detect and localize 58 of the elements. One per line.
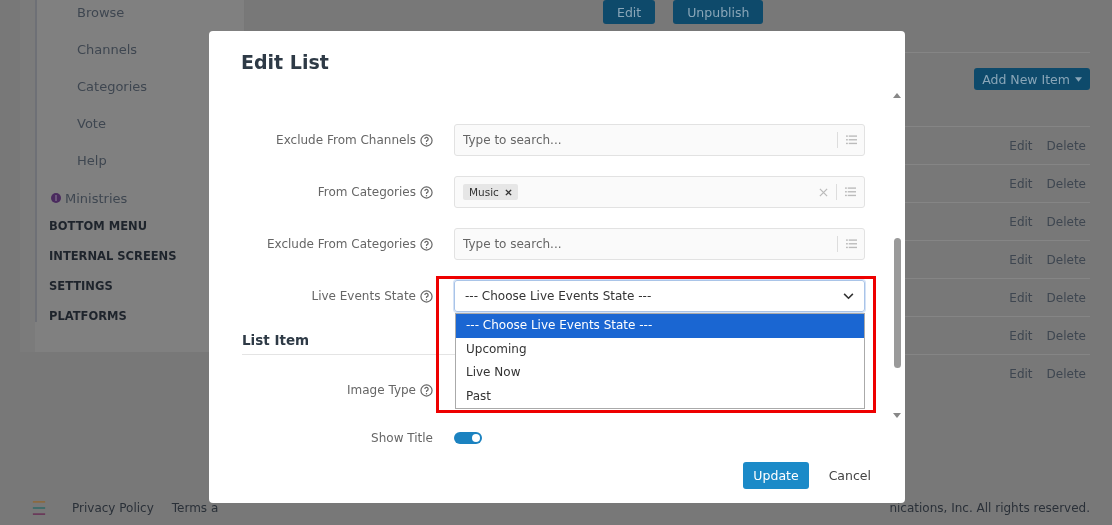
page-button[interactable]: Unpublish — [673, 0, 764, 24]
sidebar-item[interactable]: Ministries — [65, 190, 128, 206]
help-icon[interactable] — [420, 133, 433, 147]
dropdown-option[interactable]: Live Now — [456, 361, 864, 385]
row-action-link[interactable]: Edit — [1009, 252, 1033, 267]
row-action-link[interactable]: Delete — [1046, 328, 1086, 343]
sidebar-item[interactable]: Browse — [49, 0, 244, 37]
search-field[interactable]: Type to search... — [454, 228, 865, 260]
field-label: Show Title — [371, 431, 433, 445]
live-events-select[interactable]: --- Choose Live Events State --- — [454, 280, 865, 312]
menu-icon[interactable] — [32, 500, 46, 515]
dropdown-option[interactable]: Upcoming — [456, 337, 864, 361]
toggle-switch[interactable] — [454, 432, 482, 444]
footer-link[interactable]: Privacy Policy — [72, 500, 154, 515]
scrollbar[interactable] — [893, 93, 901, 418]
footer-link[interactable]: Terms a — [171, 500, 219, 515]
help-icon[interactable] — [420, 383, 433, 397]
clear-icon[interactable] — [819, 187, 828, 197]
scroll-down-icon[interactable] — [893, 413, 901, 418]
caret-icon — [1075, 76, 1082, 82]
list-icon[interactable] — [846, 239, 857, 249]
dropdown-option[interactable]: Past — [456, 384, 864, 408]
tag-label: Music — [469, 186, 499, 198]
field-label: From Categories — [317, 185, 416, 199]
row-action-link[interactable]: Delete — [1046, 214, 1086, 229]
field-label: Exclude From Channels — [276, 133, 416, 147]
dialog-title: Edit List — [240, 50, 330, 75]
list-icon[interactable] — [846, 135, 857, 145]
list-icon[interactable] — [845, 187, 856, 197]
field-label: Exclude From Categories — [266, 237, 416, 251]
search-field[interactable]: Type to search... — [454, 124, 865, 156]
row-action-link[interactable]: Edit — [1009, 138, 1033, 153]
tag-input-field[interactable]: Music — [454, 176, 865, 208]
help-icon[interactable] — [420, 185, 433, 199]
cancel-button[interactable]: Cancel — [826, 462, 873, 489]
help-icon[interactable] — [420, 289, 433, 303]
row-action-link[interactable]: Edit — [1009, 214, 1033, 229]
add-new-item-button[interactable]: Add New Item — [974, 68, 1090, 90]
row-action-link[interactable]: Delete — [1046, 290, 1086, 305]
help-icon[interactable] — [420, 237, 433, 251]
row-action-link[interactable]: Delete — [1046, 252, 1086, 267]
scroll-up-icon[interactable] — [893, 93, 901, 98]
row-action-link[interactable]: Edit — [1009, 328, 1033, 343]
copyright-text: nications, Inc. All rights reserved. — [889, 500, 1090, 515]
field-label: Image Type — [347, 383, 416, 397]
row-action-link[interactable]: Delete — [1046, 138, 1086, 153]
page-button[interactable]: Edit — [603, 0, 656, 24]
field-label: Live Events State — [311, 289, 416, 303]
dropdown-option[interactable]: --- Choose Live Events State --- — [456, 314, 864, 338]
row-action-link[interactable]: Delete — [1046, 366, 1086, 381]
info-badge-icon — [51, 193, 61, 203]
remove-icon[interactable] — [504, 188, 512, 196]
update-button[interactable]: Update — [743, 462, 809, 489]
row-action-link[interactable]: Delete — [1046, 176, 1086, 191]
row-action-link[interactable]: Edit — [1009, 290, 1033, 305]
row-action-link[interactable]: Edit — [1009, 176, 1033, 191]
row-action-link[interactable]: Edit — [1009, 366, 1033, 381]
chevron-down-icon — [843, 292, 854, 300]
